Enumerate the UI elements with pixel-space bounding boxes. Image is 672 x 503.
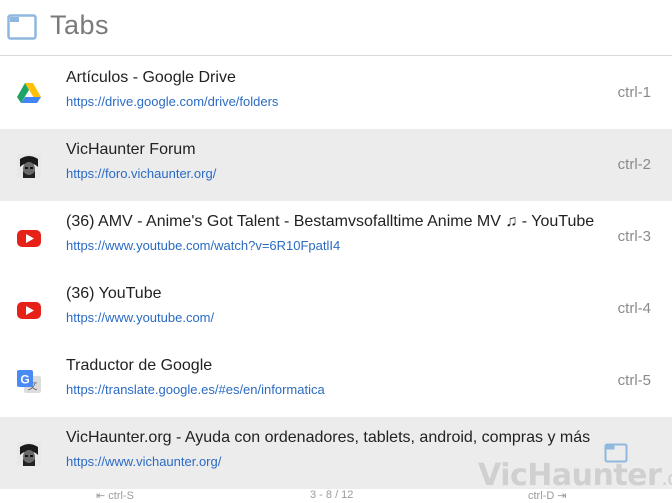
- tab-shortcut: ctrl-2: [617, 156, 651, 173]
- tab-title: (36) AMV - Anime's Got Talent - Bestamvs…: [66, 213, 595, 230]
- svg-text:G: G: [20, 373, 29, 387]
- tab-url: https://foro.vichaunter.org/: [66, 166, 217, 181]
- tab-shortcut: ctrl-5: [617, 372, 651, 389]
- vichaunter-avatar-icon: [17, 154, 41, 178]
- tab-shortcut: ctrl-4: [617, 300, 651, 317]
- tab-url: https://translate.google.es/#es/en/infor…: [66, 382, 325, 397]
- tab-row-1[interactable]: Artículos - Google Drive https://drive.g…: [0, 57, 672, 129]
- tab-title: VicHaunter.org - Ayuda con ordenadores, …: [66, 429, 591, 446]
- youtube-icon: [17, 302, 41, 319]
- tab-url: https://www.youtube.com/watch?v=6R10Fpat…: [66, 238, 341, 253]
- tab-title: Traductor de Google: [66, 357, 213, 374]
- tab-shortcut: ctrl-3: [617, 228, 651, 245]
- tab-title: (36) YouTube: [66, 285, 162, 302]
- tab-row-2[interactable]: VicHaunter Forum https://foro.vichaunter…: [0, 129, 672, 201]
- google-translate-icon: 文 G: [17, 370, 41, 393]
- tab-row-4[interactable]: (36) YouTube https://www.youtube.com/ ct…: [0, 273, 672, 345]
- tab-row-3[interactable]: (36) AMV - Anime's Got Talent - Bestamvs…: [0, 201, 672, 273]
- youtube-icon: [17, 230, 41, 247]
- vichaunter-avatar-icon: [17, 442, 41, 466]
- tabs-window-icon: [7, 14, 37, 40]
- page-indicator: 3 - 8 / 12: [310, 489, 354, 501]
- tab-title: VicHaunter Forum: [66, 141, 196, 158]
- tab-url: https://drive.google.com/drive/folders: [66, 94, 279, 109]
- tab-row-5[interactable]: 文 G Traductor de Google https://translat…: [0, 345, 672, 417]
- header: Tabs: [0, 0, 672, 56]
- tab-url: https://www.youtube.com/: [66, 310, 215, 325]
- google-drive-icon: [17, 83, 41, 103]
- tab-shortcut: ctrl-1: [617, 84, 651, 101]
- page-title: Tabs: [50, 10, 110, 40]
- prev-page-hint[interactable]: ⇤ ctrl-S: [96, 489, 134, 502]
- tab-list: Artículos - Google Drive https://drive.g…: [0, 57, 672, 489]
- tab-title: Artículos - Google Drive: [66, 69, 236, 86]
- watermark-logo: VicHaunter.org: [478, 458, 672, 493]
- prev-shortcut: ctrl-S: [108, 490, 134, 502]
